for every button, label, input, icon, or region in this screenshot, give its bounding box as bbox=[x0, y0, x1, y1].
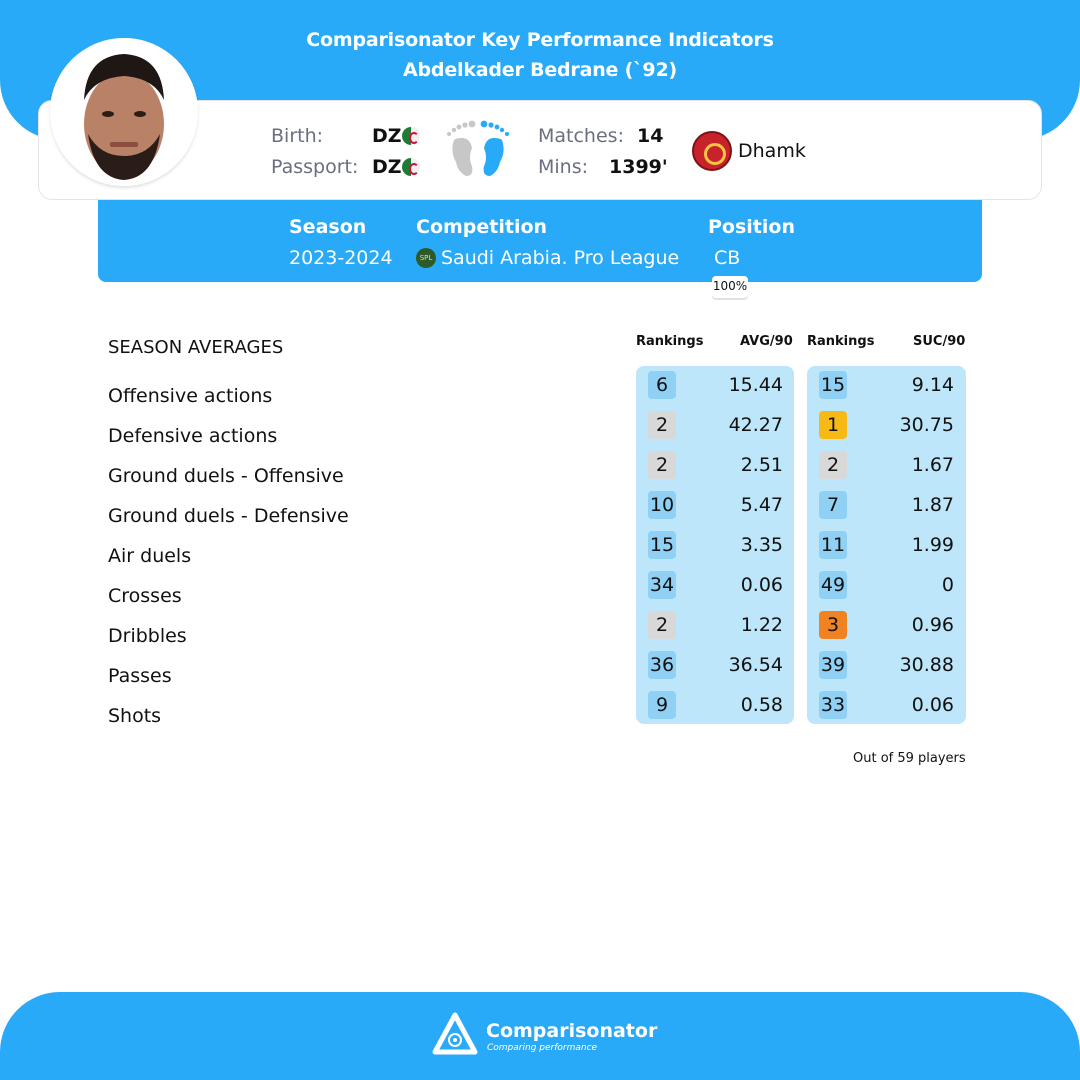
metric-label: Ground duels - Defensive bbox=[108, 505, 349, 527]
avg-rank-badge: 10 bbox=[648, 491, 676, 519]
header-avg-90: AVG/90 bbox=[740, 334, 793, 349]
birth-country: DZ bbox=[372, 125, 402, 147]
passport-country: DZ bbox=[372, 156, 402, 178]
metric-label: Crosses bbox=[108, 585, 182, 607]
metric-label: Shots bbox=[108, 705, 162, 727]
avg-rank-badge: 34 bbox=[648, 571, 676, 599]
suc-value: 0.06 bbox=[911, 694, 954, 716]
avg-value: 5.47 bbox=[740, 494, 783, 516]
avg-value: 36.54 bbox=[728, 654, 783, 676]
suc-rank-badge: 49 bbox=[819, 571, 847, 599]
suc-value: 1.99 bbox=[911, 534, 954, 556]
position-value: CB bbox=[714, 247, 741, 269]
club-logo-icon bbox=[692, 131, 732, 171]
avg-rank-badge: 2 bbox=[648, 411, 676, 439]
metric-label: Offensive actions bbox=[108, 385, 273, 407]
avg-value: 2.51 bbox=[740, 454, 783, 476]
suc-value: 1.67 bbox=[911, 454, 954, 476]
metric-label: Air duels bbox=[108, 545, 192, 567]
matches-label: Matches: bbox=[538, 125, 624, 147]
season-band bbox=[98, 200, 982, 282]
metric-label: Passes bbox=[108, 665, 172, 687]
season-value: 2023-2024 bbox=[289, 247, 393, 269]
player-avatar bbox=[50, 38, 198, 186]
avg-value: 3.35 bbox=[740, 534, 783, 556]
competition-label: Competition bbox=[416, 216, 548, 238]
avg-rank-badge: 2 bbox=[648, 611, 676, 639]
metric-label: Dribbles bbox=[108, 625, 187, 647]
suc-rank-badge: 3 bbox=[819, 611, 847, 639]
avg-value: 15.44 bbox=[728, 374, 783, 396]
header-suc-90: SUC/90 bbox=[913, 334, 966, 349]
suc-rank-badge: 15 bbox=[819, 371, 847, 399]
suc-rank-badge: 1 bbox=[819, 411, 847, 439]
suc-value: 1.87 bbox=[911, 494, 954, 516]
position-percentage: 100% bbox=[712, 276, 748, 298]
section-title: SEASON AVERAGES bbox=[108, 337, 284, 358]
header-rankings-suc: Rankings bbox=[807, 334, 875, 349]
metric-label: Defensive actions bbox=[108, 425, 278, 447]
avg-rank-badge: 36 bbox=[648, 651, 676, 679]
avg-rank-badge: 2 bbox=[648, 451, 676, 479]
avg-value: 0.06 bbox=[740, 574, 783, 596]
birth-label: Birth: bbox=[271, 125, 324, 147]
matches-value: 14 bbox=[637, 125, 664, 147]
avg-value: 0.58 bbox=[740, 694, 783, 716]
header-rankings-avg: Rankings bbox=[636, 334, 704, 349]
season-label: Season bbox=[289, 216, 367, 238]
mins-label: Mins: bbox=[538, 156, 589, 178]
mins-value: 1399' bbox=[609, 156, 668, 178]
algeria-flag-icon bbox=[402, 158, 420, 176]
avg-value: 1.22 bbox=[740, 614, 783, 636]
algeria-flag-icon bbox=[402, 127, 420, 145]
suc-rank-badge: 39 bbox=[819, 651, 847, 679]
avg-rank-badge: 6 bbox=[648, 371, 676, 399]
brand-tagline: Comparing performance bbox=[487, 1043, 598, 1053]
preferred-foot-icon bbox=[447, 120, 509, 176]
position-label: Position bbox=[708, 216, 795, 238]
suc-value: 0.96 bbox=[911, 614, 954, 636]
passport-label: Passport: bbox=[271, 156, 359, 178]
avg-rank-badge: 9 bbox=[648, 691, 676, 719]
suc-rank-badge: 7 bbox=[819, 491, 847, 519]
club-name: Dhamk bbox=[738, 140, 806, 162]
suc-value: 0 bbox=[941, 574, 954, 596]
league-logo-icon: SPL bbox=[416, 248, 436, 268]
suc-rank-badge: 33 bbox=[819, 691, 847, 719]
brand-name: Comparisonator bbox=[486, 1020, 658, 1042]
players-footnote: Out of 59 players bbox=[853, 751, 966, 766]
brand-logo-icon bbox=[432, 1012, 478, 1055]
suc-rank-badge: 2 bbox=[819, 451, 847, 479]
metric-label: Ground duels - Offensive bbox=[108, 465, 344, 487]
avg-rank-badge: 15 bbox=[648, 531, 676, 559]
avg-value: 42.27 bbox=[728, 414, 783, 436]
suc-value: 30.88 bbox=[899, 654, 954, 676]
suc-value: 30.75 bbox=[899, 414, 954, 436]
suc-value: 9.14 bbox=[911, 374, 954, 396]
competition-value: Saudi Arabia. Pro League bbox=[441, 247, 680, 269]
suc-rank-badge: 11 bbox=[819, 531, 847, 559]
